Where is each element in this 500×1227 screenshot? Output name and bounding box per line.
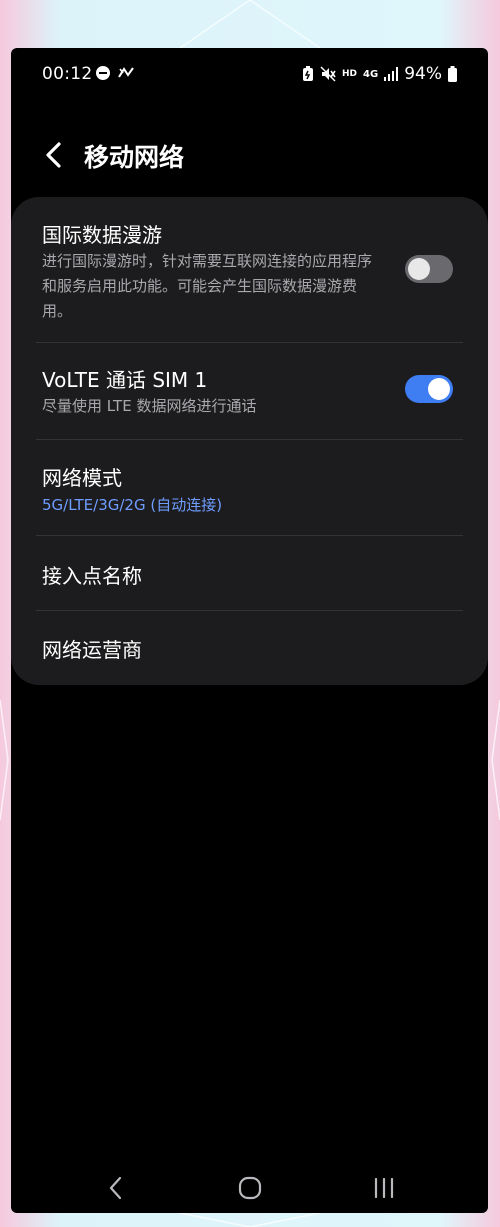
navigation-bar xyxy=(11,1161,488,1213)
hd-icon: HD xyxy=(342,69,358,79)
network-type-icon: 4G xyxy=(363,68,379,80)
toggle-knob xyxy=(428,378,450,400)
phone-screen: 00:12 HD 4G 94% 移动网络 国际数据漫游 进行国际漫游时，针对需要… xyxy=(11,48,488,1213)
data-roaming-toggle[interactable] xyxy=(405,255,453,283)
settings-item-volte[interactable]: VoLTE 通话 SIM 1 尽量使用 LTE 数据网络进行通话 xyxy=(11,343,488,439)
mute-icon xyxy=(320,66,336,82)
nfc-icon xyxy=(117,65,135,81)
nav-home-button[interactable] xyxy=(230,1171,270,1205)
settings-item-access-point-names[interactable]: 接入点名称 xyxy=(11,536,488,610)
settings-item-network-operators[interactable]: 网络运营商 xyxy=(11,611,488,685)
settings-item-title: 网络运营商 xyxy=(42,638,142,662)
settings-item-title: 网络模式 xyxy=(42,466,122,490)
nav-back-button[interactable] xyxy=(96,1171,136,1205)
settings-item-title: VoLTE 通话 SIM 1 xyxy=(42,368,208,392)
toggle-knob xyxy=(408,258,430,280)
page-title: 移动网络 xyxy=(84,143,185,172)
battery-percent: 94% xyxy=(404,64,442,84)
home-nav-icon xyxy=(238,1176,262,1200)
settings-item-description: 进行国际漫游时，针对需要互联网连接的应用程序和服务启用此功能。可能会产生国际数据… xyxy=(42,252,373,320)
network-mode-value: 5G/LTE/3G/2G (自动连接) xyxy=(42,496,223,514)
status-time: 00:12 xyxy=(42,64,93,84)
nav-recents-button[interactable] xyxy=(364,1171,404,1205)
page-header: 移动网络 xyxy=(11,128,488,184)
status-bar: 00:12 HD 4G 94% xyxy=(11,48,488,100)
settings-item-title: 接入点名称 xyxy=(42,564,142,588)
chevron-left-icon xyxy=(46,142,61,168)
signal-icon xyxy=(384,67,399,81)
settings-card: 国际数据漫游 进行国际漫游时，针对需要互联网连接的应用程序和服务启用此功能。可能… xyxy=(11,197,488,685)
settings-item-title: 国际数据漫游 xyxy=(42,223,162,247)
volte-toggle[interactable] xyxy=(405,375,453,403)
recents-nav-icon xyxy=(374,1177,394,1199)
settings-item-description: 尽量使用 LTE 数据网络进行通话 xyxy=(42,397,257,415)
settings-item-network-mode[interactable]: 网络模式 5G/LTE/3G/2G (自动连接) xyxy=(11,440,488,535)
back-button[interactable] xyxy=(39,138,69,172)
dnd-icon xyxy=(95,65,111,81)
battery-icon xyxy=(448,66,457,82)
settings-item-data-roaming[interactable]: 国际数据漫游 进行国际漫游时，针对需要互联网连接的应用程序和服务启用此功能。可能… xyxy=(11,197,488,342)
back-nav-icon xyxy=(109,1176,122,1200)
battery-saver-icon xyxy=(302,66,314,82)
